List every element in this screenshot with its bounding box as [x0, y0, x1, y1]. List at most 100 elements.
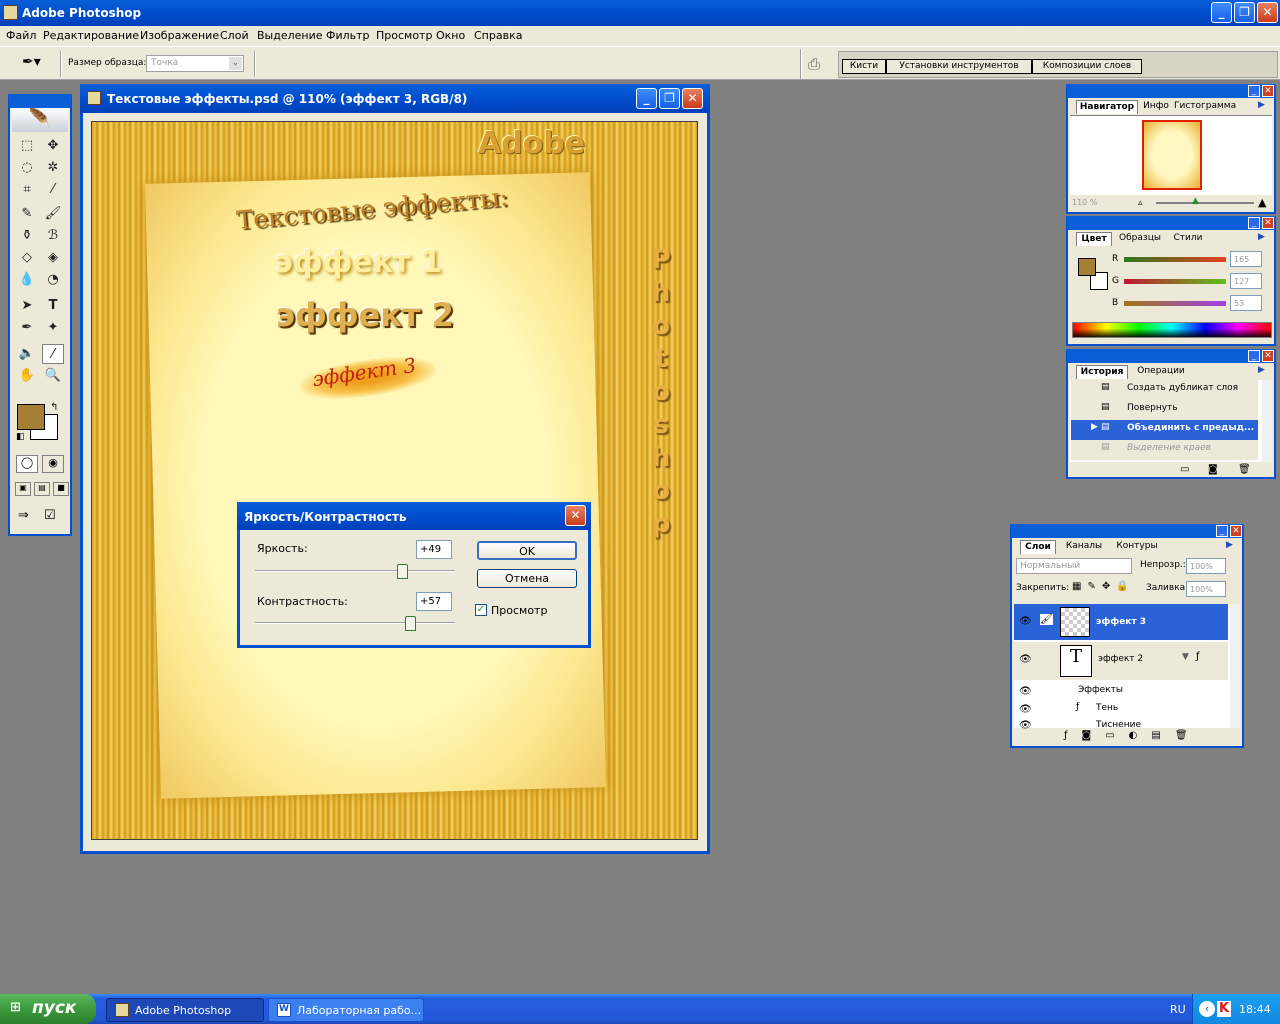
task-photoshop[interactable]: Adobe Photoshop	[106, 998, 264, 1022]
effect-shadow[interactable]: Тень	[1096, 703, 1118, 713]
color-spectrum-ramp[interactable]	[1072, 322, 1272, 338]
new-document-from-state-icon[interactable]: ▭	[1180, 464, 1189, 475]
tab-histogram[interactable]: Гистограмма	[1174, 100, 1236, 114]
layer-actions-bar[interactable]: ƒ◙▭◐▤🗑	[1064, 730, 1202, 741]
dialog-close-button[interactable]: ✕	[565, 505, 586, 526]
language-indicator[interactable]: RU	[1170, 1003, 1186, 1016]
lock-icons[interactable]: ▦✎✥🔒	[1072, 581, 1135, 592]
layer-row-selected[interactable]: 👁 🖌 эффект 3	[1014, 604, 1228, 640]
chevron-left-icon[interactable]: ‹	[1199, 1001, 1215, 1017]
jump-to-imageready-icon[interactable]: ⇒	[18, 508, 29, 523]
eyedropper-tool-icon[interactable]: ✒▾	[22, 54, 41, 70]
slice-tool-icon[interactable]: ⁄	[42, 180, 64, 200]
foreground-color-swatch[interactable]	[17, 404, 45, 430]
brightness-slider-thumb[interactable]	[397, 564, 408, 579]
effect-emboss[interactable]: Тиснение	[1096, 720, 1141, 730]
color-foreground-swatch[interactable]	[1078, 258, 1096, 276]
healing-brush-tool-icon[interactable]: ✎	[16, 204, 38, 224]
collapse-arrow-icon[interactable]: ▼	[1182, 652, 1189, 662]
palette-menu-arrow-icon[interactable]: ▶	[1258, 365, 1265, 375]
tab-layers[interactable]: Слои	[1020, 540, 1056, 554]
cancel-button[interactable]: Отмена	[477, 569, 577, 588]
navigator-view-box[interactable]	[1142, 120, 1202, 190]
brush-tool-icon[interactable]: 🖌	[42, 204, 64, 224]
palette-minimize-button[interactable]: _	[1248, 85, 1260, 97]
screen-mode-standard-icon[interactable]: ▣	[15, 482, 31, 496]
notes-tool-icon[interactable]: 🔈	[16, 344, 38, 364]
feather-logo-icon[interactable]: 🪶	[12, 108, 68, 132]
maximize-button[interactable]: ❐	[1234, 2, 1255, 23]
doc-minimize-button[interactable]: _	[636, 88, 657, 109]
contrast-slider-thumb[interactable]	[405, 616, 416, 631]
history-item[interactable]: ▤ Повернуть	[1071, 400, 1258, 420]
tab-layer-comps[interactable]: Композиции слоев	[1032, 59, 1142, 74]
default-colors-icon[interactable]: ◧	[16, 432, 25, 442]
channel-b-slider[interactable]	[1124, 301, 1226, 306]
blur-tool-icon[interactable]: 💧	[16, 270, 38, 290]
eraser-tool-icon[interactable]: ◇	[16, 248, 38, 268]
document-title-bar[interactable]: Текстовые эффекты.psd @ 110% (эффект 3, …	[80, 84, 710, 113]
clock[interactable]: 18:44	[1239, 1003, 1271, 1016]
clone-stamp-tool-icon[interactable]: ⚱	[16, 226, 38, 246]
edit-in-imageready-icon[interactable]: ☑	[44, 508, 56, 523]
opacity-field[interactable]: 100%	[1186, 558, 1226, 574]
tab-styles[interactable]: Стили	[1168, 232, 1208, 246]
paint-bucket-tool-icon[interactable]: ◈	[42, 248, 64, 268]
history-item[interactable]: ▤ Выделение краев	[1071, 440, 1258, 460]
brightness-slider-track[interactable]	[255, 570, 455, 572]
dodge-tool-icon[interactable]: ◔	[42, 270, 64, 290]
fill-field[interactable]: 100%	[1186, 581, 1226, 597]
tab-paths[interactable]: Контуры	[1112, 540, 1162, 554]
palette-menu-arrow-icon[interactable]: ▶	[1258, 232, 1265, 242]
palette-minimize-button[interactable]: _	[1248, 350, 1260, 362]
brightness-field[interactable]: +49	[416, 540, 452, 559]
tab-history[interactable]: История	[1076, 365, 1128, 379]
history-brush-tool-icon[interactable]: ℬ	[42, 226, 64, 246]
menu-file[interactable]: Файл	[6, 29, 36, 42]
history-item-selected[interactable]: ▶ ▤ Объединить с предыд...	[1071, 420, 1258, 440]
eyedropper-tool-icon[interactable]: ⁄	[42, 344, 64, 364]
standard-mode-icon[interactable]: ◯	[16, 455, 38, 473]
contrast-slider-track[interactable]	[255, 622, 455, 624]
menu-select[interactable]: Выделение	[257, 29, 323, 42]
palette-close-button[interactable]: ✕	[1262, 85, 1274, 97]
menu-help[interactable]: Справка	[474, 29, 522, 42]
move-tool-icon[interactable]: ✥	[42, 136, 64, 156]
minimize-button[interactable]: _	[1211, 2, 1232, 23]
path-selection-tool-icon[interactable]: ➤	[16, 296, 38, 316]
palette-toggle-icon[interactable]: ⎙	[808, 55, 820, 73]
eye-icon[interactable]: 👁	[1019, 686, 1032, 697]
task-word-document[interactable]: W Лабораторная рабо...	[268, 998, 424, 1022]
blend-mode-select[interactable]: Нормальный	[1016, 558, 1132, 574]
pen-tool-icon[interactable]: ✒	[16, 318, 38, 338]
palette-close-button[interactable]: ✕	[1230, 525, 1242, 537]
tab-channels[interactable]: Каналы	[1060, 540, 1108, 554]
dialog-title-bar[interactable]: Яркость/Контрастность ✕	[237, 502, 591, 530]
eye-icon[interactable]: 👁	[1019, 704, 1032, 715]
menu-image[interactable]: Изображение	[140, 29, 219, 42]
zoom-slider-thumb[interactable]: ▲	[1192, 196, 1199, 206]
tab-color[interactable]: Цвет	[1076, 232, 1112, 246]
palette-menu-arrow-icon[interactable]: ▶	[1258, 100, 1265, 110]
eye-icon[interactable]: 👁	[1019, 616, 1032, 627]
lasso-tool-icon[interactable]: ◌	[16, 158, 38, 178]
menu-window[interactable]: Окно	[436, 29, 465, 42]
swap-colors-icon[interactable]: ↰	[50, 402, 58, 413]
close-button[interactable]: ✕	[1257, 2, 1278, 23]
zoom-tool-icon[interactable]: 🔍	[42, 366, 64, 386]
magic-wand-tool-icon[interactable]: ✲	[42, 158, 64, 178]
palette-minimize-button[interactable]: _	[1248, 217, 1260, 229]
sample-size-select[interactable]: Точка ⌄	[146, 55, 244, 72]
channel-r-field[interactable]: 165	[1230, 251, 1262, 267]
marquee-tool-icon[interactable]: ⬚	[16, 136, 38, 156]
zoom-in-icon[interactable]: ▲	[1258, 196, 1266, 209]
menu-layer[interactable]: Слой	[220, 29, 249, 42]
custom-shape-tool-icon[interactable]: ✦	[42, 318, 64, 338]
fx-icon[interactable]: ƒ	[1196, 651, 1200, 662]
channel-g-slider[interactable]	[1124, 279, 1226, 284]
doc-close-button[interactable]: ✕	[682, 88, 703, 109]
palette-menu-arrow-icon[interactable]: ▶	[1226, 540, 1233, 550]
start-button[interactable]: ⊞ пуск	[0, 994, 96, 1024]
eye-icon[interactable]: 👁	[1019, 654, 1032, 665]
trash-icon[interactable]: 🗑	[1238, 464, 1251, 475]
